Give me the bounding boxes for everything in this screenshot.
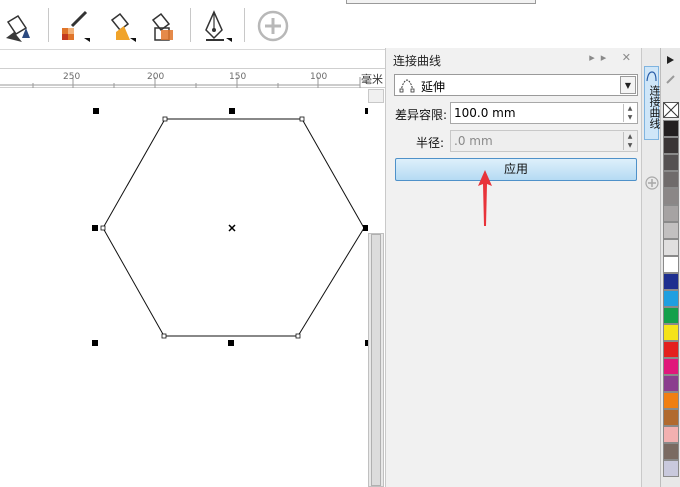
radius-value: .0 mm [454,134,493,148]
docker-window-controls[interactable]: ▸▸ ✕ [589,51,637,64]
chevron-down-icon[interactable]: ▼ [620,76,636,94]
color-swatch[interactable] [663,341,679,358]
mesh-fill-tool-icon[interactable] [58,8,92,44]
toolbar-separator [48,8,49,42]
ruler-unit-label: 毫米 [361,73,383,86]
horizontal-ruler: 250 200 150 100 毫米 [0,68,385,88]
color-swatch[interactable] [663,205,679,222]
add-tool-icon[interactable] [256,8,290,44]
interactive-fill-tool-icon[interactable] [0,8,34,44]
color-swatch[interactable] [663,273,679,290]
color-swatch[interactable] [663,154,679,171]
apply-button[interactable]: 应用 [395,158,637,181]
drawing-canvas[interactable] [0,89,368,487]
pen-tool-icon[interactable] [198,8,232,44]
ruler-tick-label: 100 [310,72,328,82]
vertical-scrollbar[interactable] [368,233,384,487]
color-swatch[interactable] [663,375,679,392]
toolbar-top-strip [346,0,536,4]
no-color-swatch-icon[interactable] [663,102,679,118]
color-swatch[interactable] [663,409,679,426]
ruler-tick-label: 150 [229,72,247,82]
radius-label: 半径: [416,136,445,150]
ruler-tick-label: 250 [63,72,81,82]
color-swatch[interactable] [663,137,679,154]
toolbar [0,0,680,50]
color-swatch[interactable] [663,460,679,477]
color-swatch[interactable] [663,188,679,205]
color-swatch[interactable] [663,222,679,239]
center-marker-icon [228,224,236,232]
color-swatch[interactable] [663,307,679,324]
toolbar-separator [244,8,245,42]
docker-tab-strip: 连接曲线 [641,48,661,487]
spinner-arrows-icon: ▲ ▼ [623,132,636,150]
tolerance-value: 100.0 mm [454,106,516,120]
add-docker-icon[interactable] [645,176,659,193]
docker-title: 连接曲线 [393,54,442,68]
color-swatch[interactable] [663,290,679,307]
color-palette [660,48,680,487]
red-arrow-annotation [478,170,492,226]
scroll-up-button[interactable] [368,89,384,103]
toolbar-separator [190,8,191,42]
color-swatch[interactable] [663,239,679,256]
color-swatch[interactable] [663,171,679,188]
color-swatch[interactable] [663,256,679,273]
join-mode-value: 延伸 [421,80,446,94]
color-swatch[interactable] [663,443,679,460]
palette-scroll-arrow-icon [667,56,674,64]
color-swatch[interactable] [663,324,679,341]
tolerance-label: 差异容限: [395,108,448,122]
scrollbar-thumb[interactable] [371,234,381,486]
join-curves-docker: 连接曲线 ▸▸ ✕ 延伸 ▼ 差异容限: 100.0 mm ▲ ▼ 半径: .0 … [385,48,641,487]
ruler-tick-label: 200 [147,72,165,82]
color-swatch[interactable] [663,392,679,409]
tolerance-input[interactable]: 100.0 mm ▲ ▼ [450,102,638,124]
join-curves-tab-icon [646,71,657,82]
color-swatch[interactable] [663,358,679,375]
smart-fill-tool-icon[interactable] [104,8,138,44]
extend-mode-icon [399,77,415,96]
color-swatch[interactable] [663,120,679,137]
color-swatch[interactable] [663,426,679,443]
spinner-arrows-icon[interactable]: ▲ ▼ [623,104,636,122]
attributes-eyedropper-icon[interactable] [145,8,179,44]
palette-eyedropper-icon [666,75,675,84]
radius-input: .0 mm ▲ ▼ [450,130,638,152]
tab-join-curves[interactable]: 连接曲线 [644,66,661,140]
join-mode-dropdown[interactable]: 延伸 ▼ [394,74,638,96]
